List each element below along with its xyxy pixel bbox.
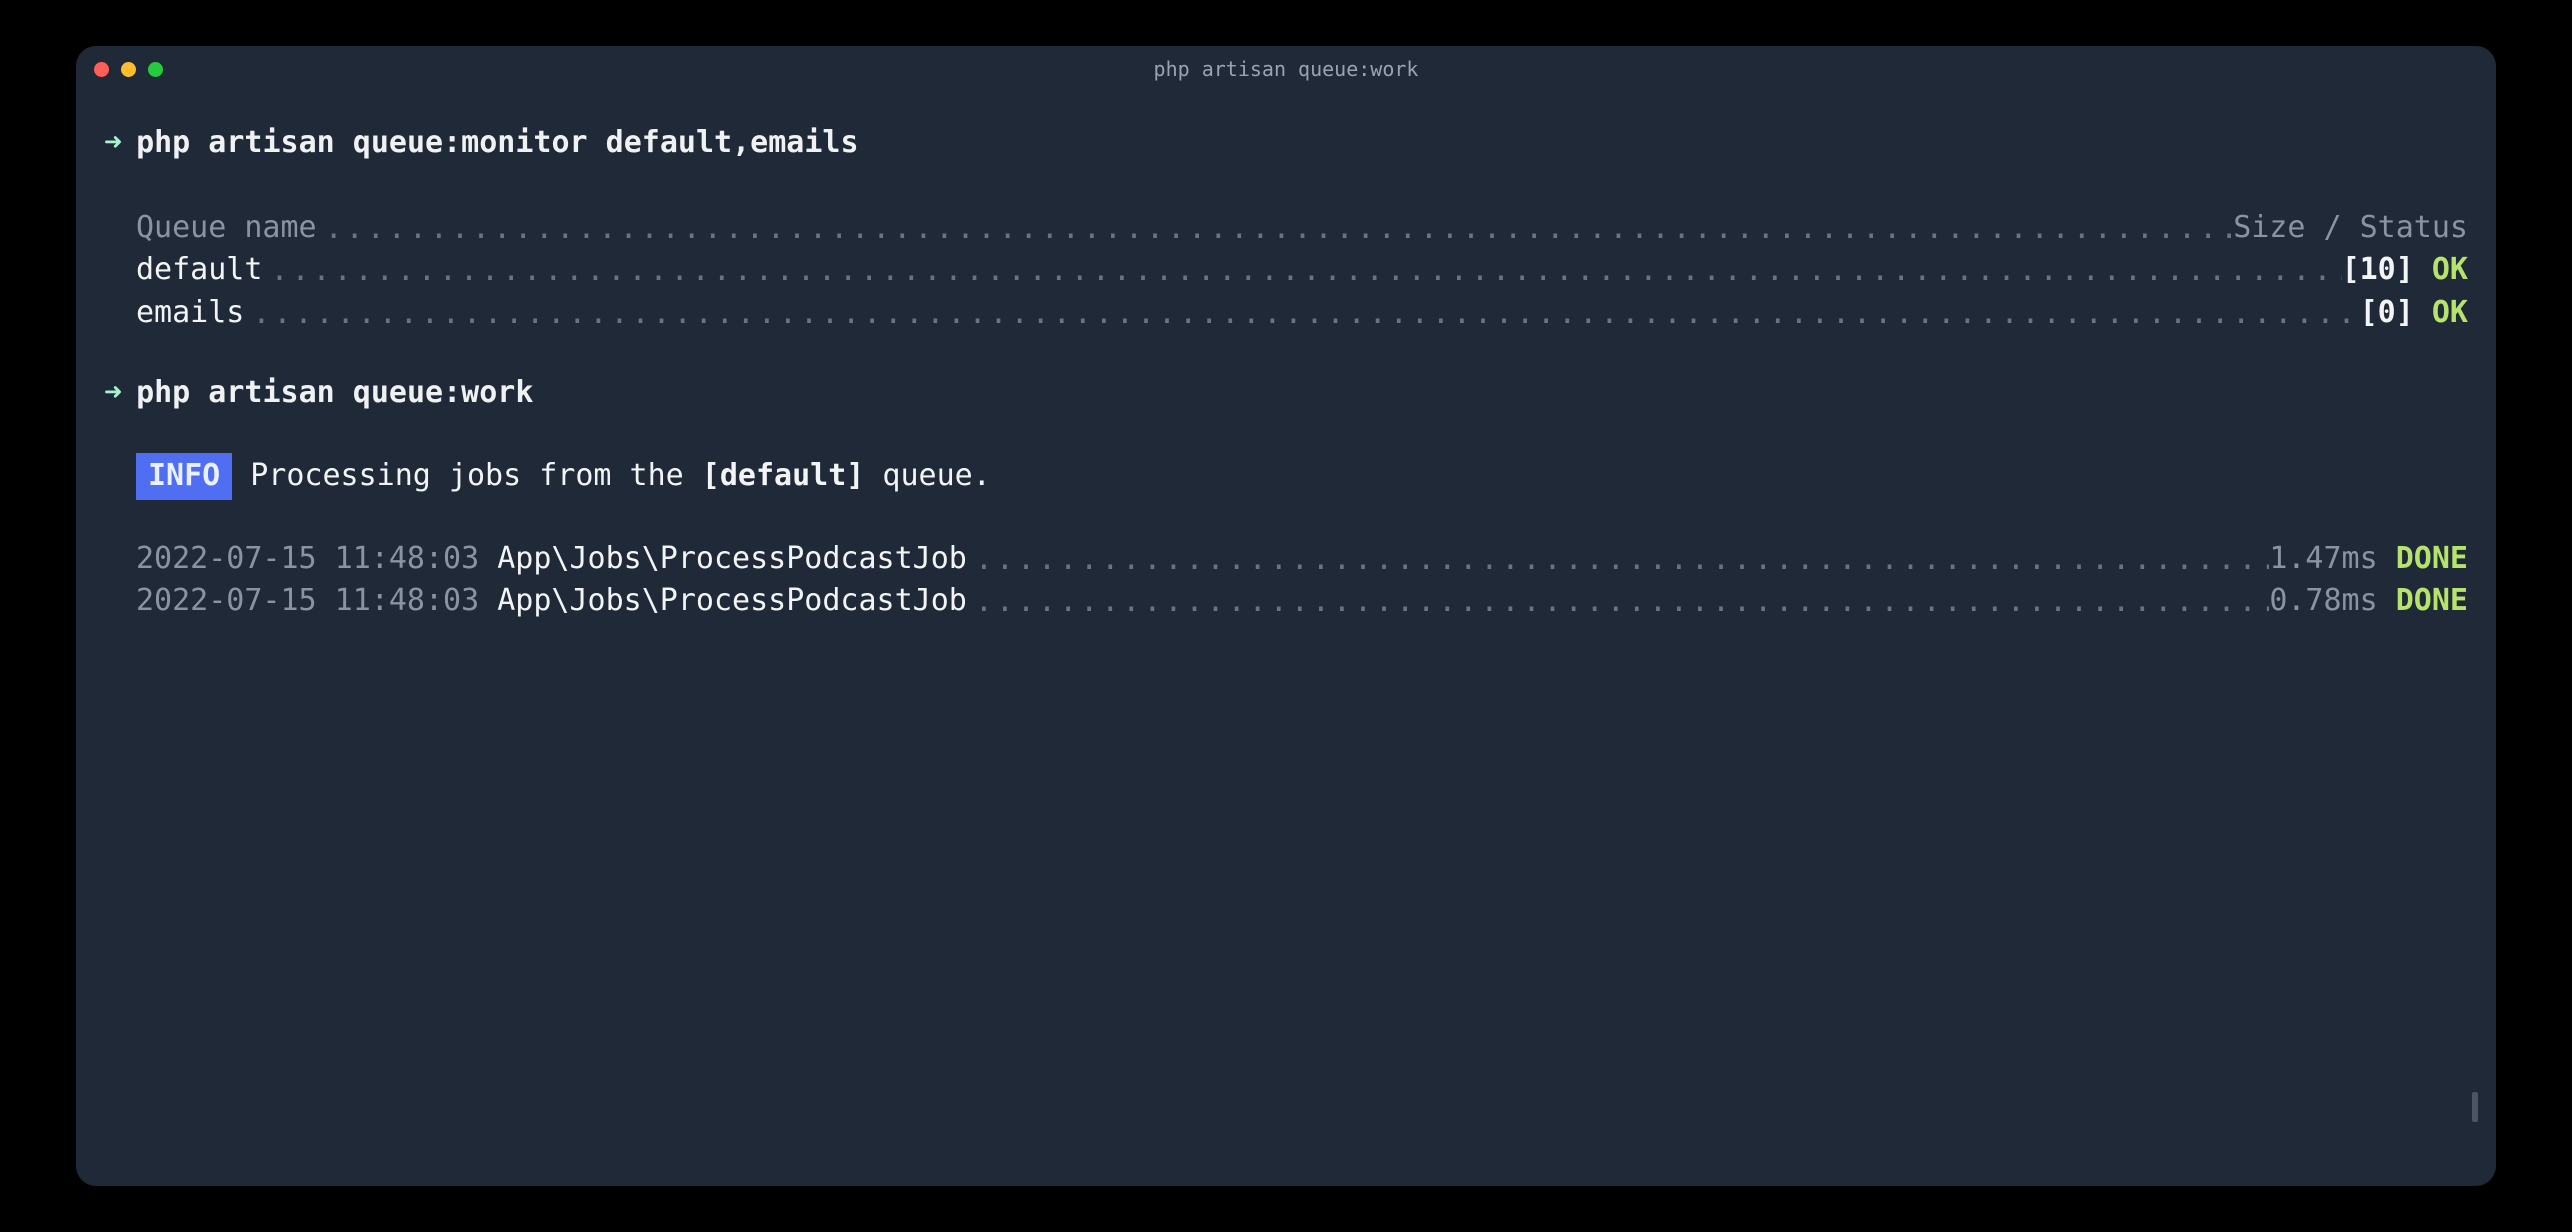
job-name: App\Jobs\ProcessPodcastJob bbox=[497, 583, 967, 618]
job-row: 2022-07-15 11:48:03 App\Jobs\ProcessPodc… bbox=[104, 580, 2468, 623]
queue-status-label: OK bbox=[2432, 252, 2468, 287]
job-left: 2022-07-15 11:48:03 App\Jobs\ProcessPodc… bbox=[136, 538, 967, 581]
job-duration: 1.47ms bbox=[2269, 541, 2377, 576]
prompt-arrow-icon: ➜ bbox=[104, 372, 122, 415]
queue-header-right: Size / Status bbox=[2233, 207, 2468, 250]
info-badge: INFO bbox=[136, 453, 232, 500]
info-queue-name: [default] bbox=[702, 455, 865, 498]
prompt-line: ➜ php artisan queue:work bbox=[104, 372, 2468, 415]
queue-header-row: Queue name Size / Status bbox=[104, 207, 2468, 250]
job-timestamp: 2022-07-15 11:48:03 bbox=[136, 583, 479, 618]
job-right: 0.78ms DONE bbox=[2269, 580, 2468, 623]
filler-dots bbox=[967, 539, 2269, 582]
filler-dots bbox=[317, 208, 2234, 251]
job-status: DONE bbox=[2396, 541, 2468, 576]
job-duration: 0.78ms bbox=[2269, 583, 2377, 618]
info-text-before: Processing jobs from the bbox=[250, 455, 702, 498]
filler-dots bbox=[967, 581, 2269, 624]
queue-status-label: OK bbox=[2432, 295, 2468, 330]
job-timestamp: 2022-07-15 11:48:03 bbox=[136, 541, 479, 576]
info-text-after: queue. bbox=[864, 455, 990, 498]
queue-status: [10] OK bbox=[2342, 249, 2468, 292]
window-controls bbox=[94, 62, 163, 77]
prompt-line: ➜ php artisan queue:monitor default,emai… bbox=[104, 122, 2468, 165]
titlebar: php artisan queue:work bbox=[76, 46, 2496, 92]
queue-size: [10] bbox=[2342, 252, 2414, 287]
queue-size: [0] bbox=[2360, 295, 2414, 330]
queue-row: emails [0] OK bbox=[104, 292, 2468, 335]
queue-status: [0] OK bbox=[2360, 292, 2468, 335]
terminal-body[interactable]: ➜ php artisan queue:monitor default,emai… bbox=[76, 92, 2496, 1186]
queue-header-left: Queue name bbox=[136, 207, 317, 250]
queue-name: emails bbox=[136, 292, 244, 335]
window-title: php artisan queue:work bbox=[76, 57, 2496, 81]
terminal-window: php artisan queue:work ➜ php artisan que… bbox=[76, 46, 2496, 1186]
info-line: INFO Processing jobs from the [default] … bbox=[104, 453, 2468, 500]
close-icon[interactable] bbox=[94, 62, 109, 77]
command-text: php artisan queue:monitor default,emails bbox=[136, 122, 858, 165]
job-row: 2022-07-15 11:48:03 App\Jobs\ProcessPodc… bbox=[104, 538, 2468, 581]
queue-name: default bbox=[136, 249, 262, 292]
cursor-icon bbox=[2472, 1092, 2478, 1122]
job-name: App\Jobs\ProcessPodcastJob bbox=[497, 541, 967, 576]
filler-dots bbox=[262, 250, 2341, 293]
prompt-arrow-icon: ➜ bbox=[104, 122, 122, 165]
job-right: 1.47ms DONE bbox=[2269, 538, 2468, 581]
command-text: php artisan queue:work bbox=[136, 372, 533, 415]
queue-row: default [10] OK bbox=[104, 249, 2468, 292]
job-status: DONE bbox=[2396, 583, 2468, 618]
filler-dots bbox=[244, 293, 2359, 336]
job-left: 2022-07-15 11:48:03 App\Jobs\ProcessPodc… bbox=[136, 580, 967, 623]
zoom-icon[interactable] bbox=[148, 62, 163, 77]
minimize-icon[interactable] bbox=[121, 62, 136, 77]
